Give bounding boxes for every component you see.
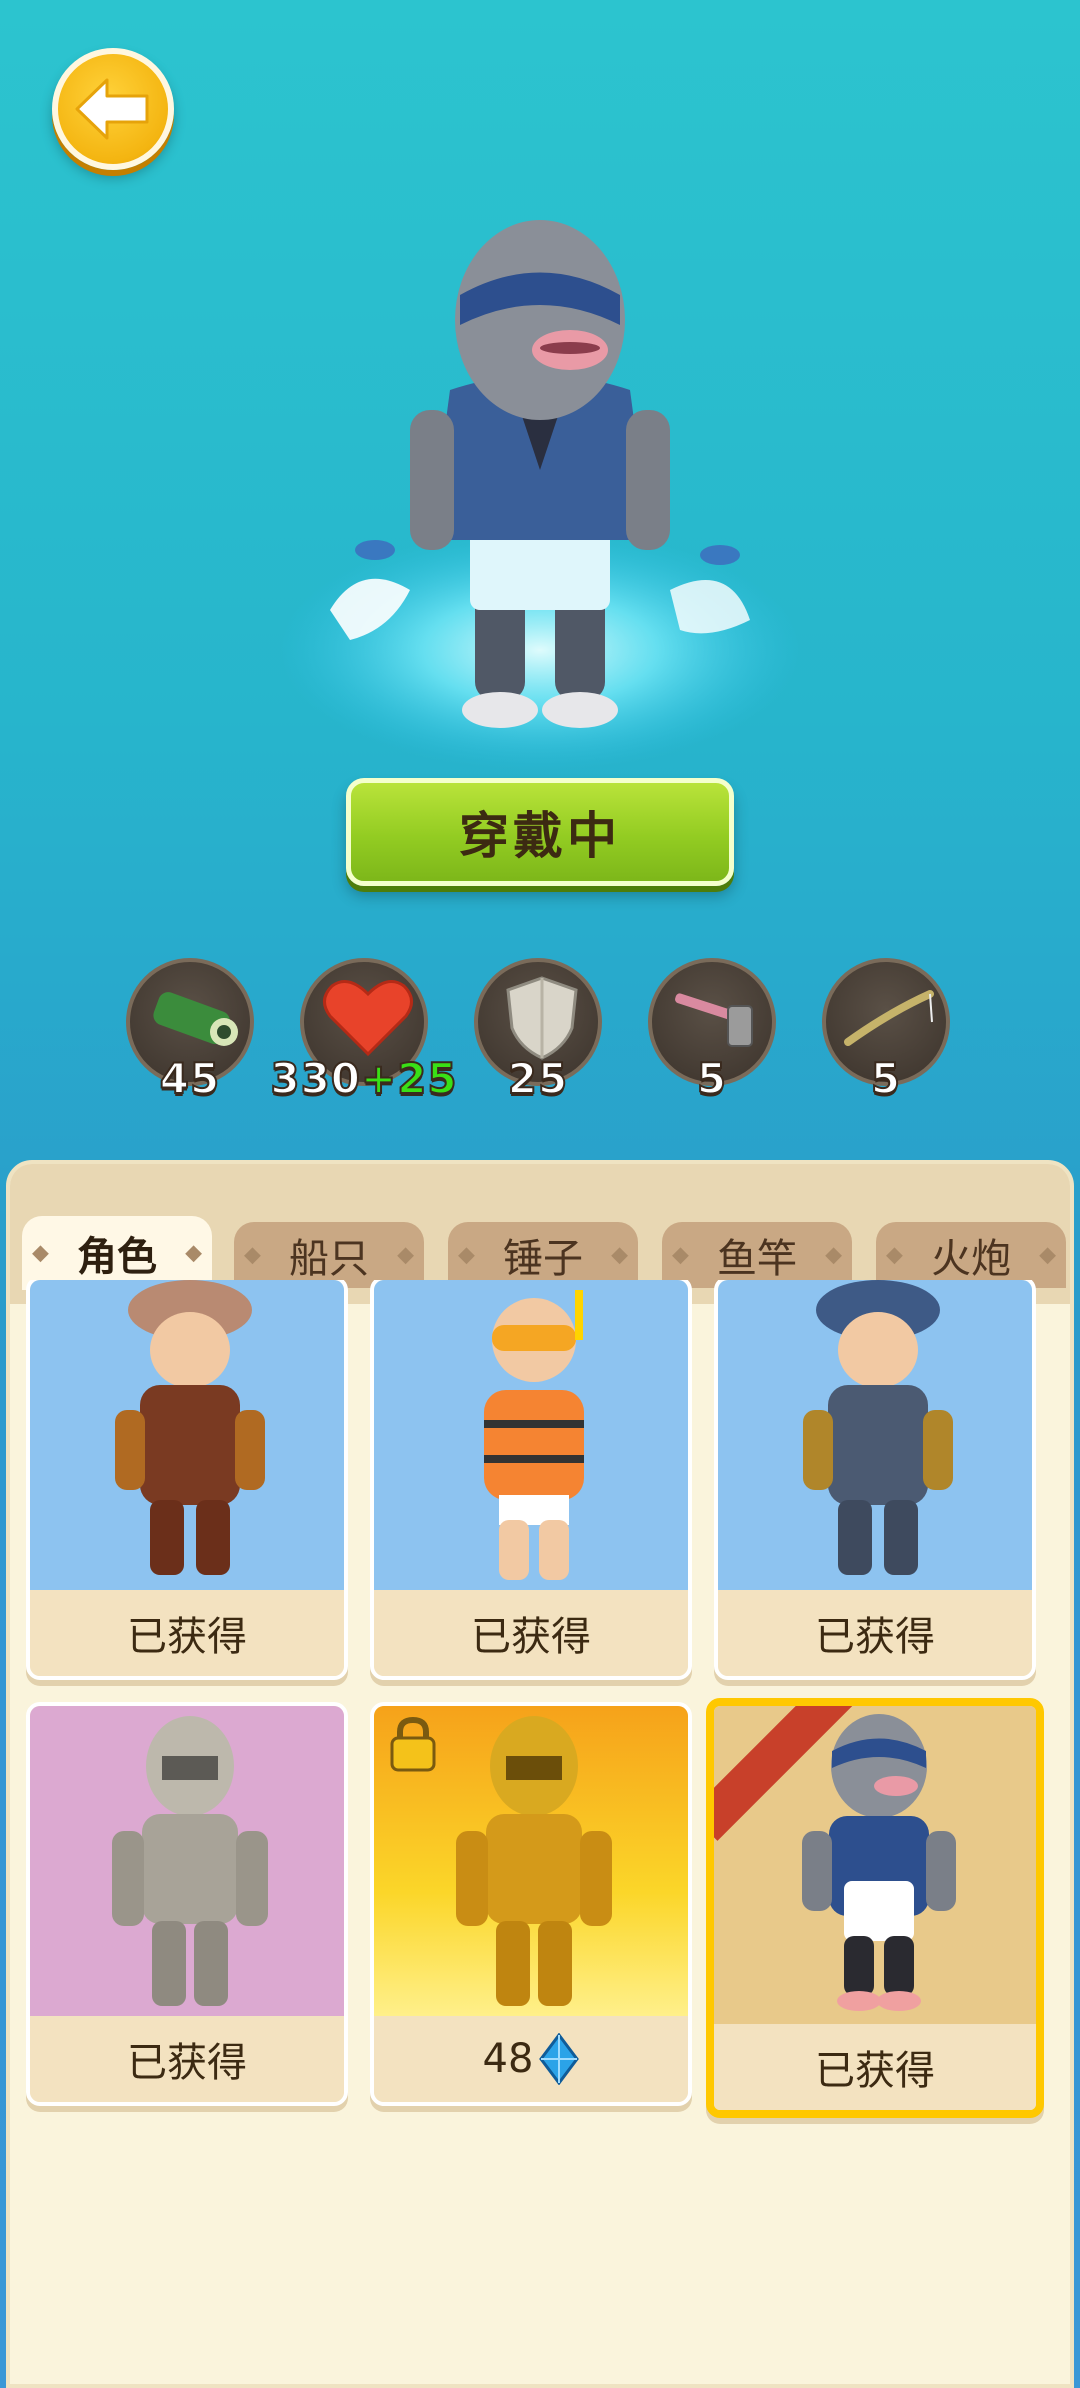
stat-rod-value: 5: [870, 1053, 902, 1104]
stats-row: 45 330+25 25 5 5: [0, 958, 1080, 1108]
stat-health: 330+25: [269, 958, 458, 1104]
tab-character-label: 角色: [77, 1234, 157, 1280]
tab-cannon-label: 火炮: [931, 1236, 1011, 1282]
price-value: 48: [482, 2036, 534, 2082]
character-image: [374, 1280, 688, 1590]
arrow-left-icon: [75, 78, 149, 140]
character-preview: [270, 210, 810, 770]
status-label: 已获得: [718, 1590, 1032, 1676]
status-label: 已获得: [374, 1590, 688, 1676]
stat-attack: 45: [126, 958, 254, 1104]
back-button[interactable]: [52, 48, 174, 170]
character-image: [714, 1706, 1036, 2024]
stat-health-bonus: +25: [360, 1053, 458, 1104]
stat-defense: 25: [474, 958, 602, 1104]
tab-cannon[interactable]: ◆ 火炮 ◆: [876, 1222, 1066, 1288]
stat-rod: 5: [822, 958, 950, 1104]
stat-attack-value: 45: [159, 1053, 221, 1104]
character-card[interactable]: 已获得: [26, 1280, 348, 1680]
status-label: 已获得: [30, 1590, 344, 1676]
character-card[interactable]: 48: [370, 1702, 692, 2106]
stat-hammer: 5: [648, 958, 776, 1104]
character-card[interactable]: 已获得: [370, 1280, 692, 1680]
character-card[interactable]: 已获得: [26, 1702, 348, 2106]
tab-boat-label: 船只: [289, 1236, 369, 1282]
cannon-icon: [153, 992, 238, 1046]
character-image: [374, 1706, 688, 2016]
heart-icon: [323, 980, 413, 1057]
tab-boat[interactable]: ◆ 船只 ◆: [234, 1222, 424, 1288]
tab-rod-label: 鱼竿: [717, 1236, 797, 1282]
hammer-icon: [675, 993, 753, 1047]
fishing-rod-icon: [844, 990, 934, 1046]
shield-icon: [506, 976, 578, 1060]
character-image: [718, 1280, 1032, 1590]
diamond-icon: [539, 2033, 580, 2085]
tab-character[interactable]: ◆ 角色 ◆: [22, 1216, 212, 1290]
character-image: [30, 1280, 344, 1590]
character-card[interactable]: 已获得: [714, 1280, 1036, 1680]
tab-hammer[interactable]: ◆ 锤子 ◆: [448, 1222, 638, 1288]
character-card-selected[interactable]: 已获得: [706, 1698, 1044, 2118]
status-label: 已获得: [714, 2024, 1036, 2110]
status-label: 已获得: [30, 2016, 344, 2102]
stat-hammer-value: 5: [696, 1053, 728, 1104]
equipped-button[interactable]: 穿戴中: [346, 778, 734, 886]
character-grid: 已获得 已获得 已获得 已获得 48 已获得: [0, 1280, 1080, 2388]
stat-defense-value: 25: [507, 1053, 569, 1104]
tab-hammer-label: 锤子: [503, 1236, 583, 1282]
tab-rod[interactable]: ◆ 鱼竿 ◆: [662, 1222, 852, 1288]
stat-health-value: 330+25: [269, 1053, 458, 1104]
character-image: [30, 1706, 344, 2016]
price-label[interactable]: 48: [374, 2016, 688, 2102]
